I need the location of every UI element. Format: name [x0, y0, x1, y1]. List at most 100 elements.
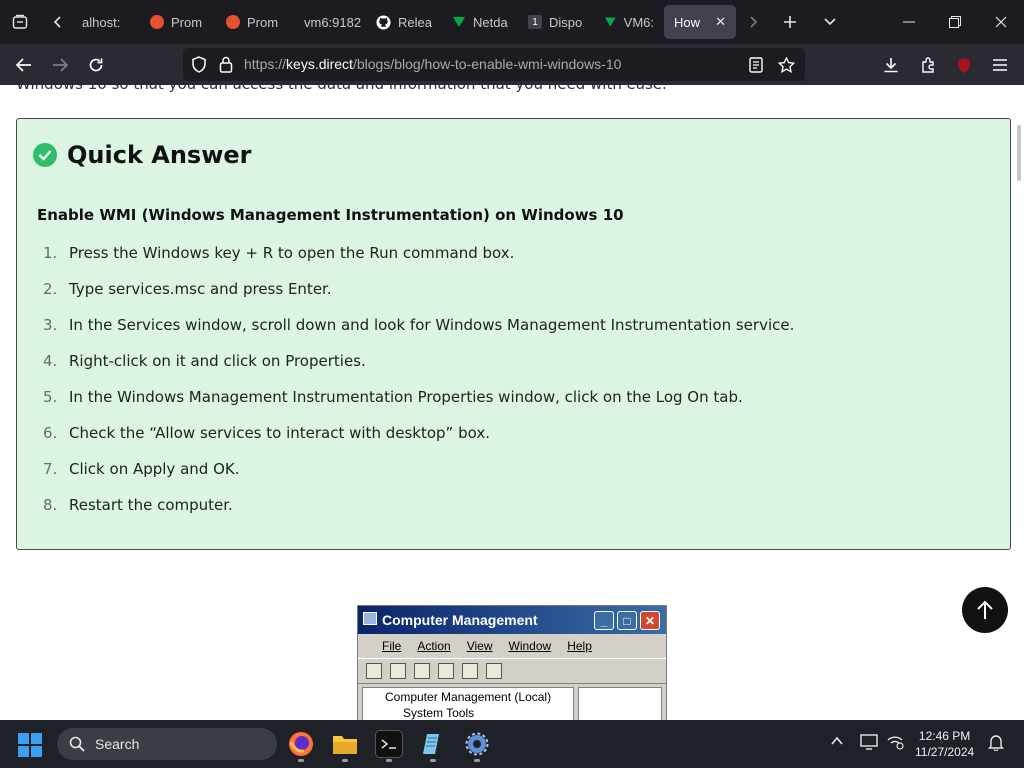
steps-list: 1. Press the Windows key + R to open the …	[37, 244, 794, 532]
explorer-running-indicator	[342, 759, 348, 762]
display-icon[interactable]	[860, 734, 878, 755]
computer-management-screenshot: Computer Management _ □ ✕ File Action Vi…	[357, 605, 667, 720]
cm-tree-system-tools: System Tools	[403, 706, 475, 720]
step-number: 2.	[43, 280, 58, 298]
quick-answer-title: Quick Answer	[67, 141, 252, 169]
tab-label: Relea	[398, 14, 432, 30]
new-tab-icon[interactable]	[770, 0, 810, 44]
settings-icon[interactable]	[463, 730, 491, 758]
reader-view-icon[interactable]	[741, 48, 771, 81]
arrow-up-icon	[977, 600, 993, 619]
scroll-tabs-right-icon[interactable]	[736, 0, 770, 44]
tab-netdata[interactable]: Netda	[442, 5, 518, 39]
forward-arrow-icon[interactable]	[42, 44, 78, 85]
notepad-icon[interactable]	[419, 730, 447, 758]
check-circle-icon	[33, 143, 57, 167]
clock-time: 12:46 PM	[918, 729, 971, 743]
tab-label: Prom	[171, 14, 203, 30]
taskbar-search[interactable]: Search	[57, 728, 277, 760]
cm-maximize-icon: □	[617, 611, 637, 630]
quick-answer-box: Quick Answer Enable WMI (Windows Managem…	[16, 118, 1011, 550]
shield-icon[interactable]	[191, 56, 207, 76]
github-icon	[376, 14, 391, 30]
cm-menu-window: Window	[508, 639, 552, 653]
notepad-running-indicator	[430, 759, 436, 762]
network-icon[interactable]	[886, 734, 904, 755]
cm-toolbar	[358, 658, 666, 684]
cm-close-icon: ✕	[640, 611, 660, 630]
list-item: 7. Click on Apply and OK.	[37, 460, 794, 496]
list-item: 6. Check the “Allow services to interact …	[37, 424, 794, 460]
quick-answer-header: Quick Answer	[33, 141, 252, 169]
url-bar[interactable]: https://keys.direct/blogs/blog/how-to-en…	[183, 48, 805, 81]
tab-label: VM6:	[623, 14, 654, 30]
cm-tree-pane: Computer Management (Local) System Tools	[362, 687, 574, 720]
intro-paragraph: Windows 10 so that you can access the da…	[16, 85, 667, 93]
step-number: 1.	[43, 244, 58, 262]
page-scrollbar-thumb[interactable]	[1017, 125, 1021, 181]
system-clock[interactable]: 12:46 PM 11/27/2024	[915, 728, 974, 760]
lock-icon[interactable]	[219, 56, 233, 76]
step-text: Check the “Allow services to interact wi…	[69, 424, 490, 442]
navigation-bar: https://keys.direct/blogs/blog/how-to-en…	[0, 44, 1024, 104]
tab-dispo[interactable]: 1 Dispo	[518, 5, 594, 39]
browser-window: alhost: Prom Prom vm6:9182 Relea Netda 1…	[0, 0, 1024, 768]
step-text: Type services.msc and press Enter.	[69, 280, 332, 298]
cm-menu-bar: File Action View Window Help	[358, 634, 666, 658]
close-window-icon[interactable]	[978, 0, 1024, 44]
tab-bar: alhost: Prom Prom vm6:9182 Relea Netda 1…	[0, 0, 1024, 44]
close-tab-icon[interactable]: ✕	[715, 14, 726, 30]
tab-prometheus-1[interactable]: Prom	[140, 5, 216, 39]
netdata-icon	[604, 17, 616, 27]
list-item: 3. In the Services window, scroll down an…	[37, 316, 794, 352]
netdata-icon	[453, 17, 465, 27]
tab-github-release[interactable]: Relea	[366, 5, 442, 39]
step-text: In the Services window, scroll down and …	[69, 316, 795, 334]
step-text: Restart the computer.	[69, 496, 233, 514]
firefox-view-icon[interactable]	[0, 0, 40, 44]
step-text: Click on Apply and OK.	[69, 460, 240, 478]
chevron-up-icon[interactable]	[830, 734, 844, 753]
cm-properties-icon	[462, 663, 478, 679]
ublock-icon[interactable]	[946, 44, 982, 85]
tab-localhost[interactable]: alhost:	[76, 5, 140, 39]
search-icon	[69, 736, 85, 752]
tab-label: How to	[674, 14, 702, 30]
notification-bell-icon[interactable]	[988, 734, 1004, 756]
hamburger-menu-icon[interactable]	[982, 44, 1018, 85]
cm-detail-pane	[578, 687, 662, 720]
back-arrow-icon[interactable]	[6, 44, 42, 85]
list-all-tabs-icon[interactable]	[810, 0, 850, 44]
scroll-tabs-left-icon[interactable]	[40, 0, 76, 44]
clock-date: 11/27/2024	[915, 745, 975, 759]
step-number: 5.	[43, 388, 58, 406]
reload-icon[interactable]	[78, 44, 114, 85]
scroll-to-top-button[interactable]	[962, 587, 1008, 633]
tab-label: alhost:	[82, 14, 121, 30]
restore-icon[interactable]	[932, 0, 978, 44]
tab-prometheus-2[interactable]: Prom	[216, 5, 292, 39]
cm-tree-root: Computer Management (Local)	[385, 690, 552, 704]
url-scheme: https://	[244, 56, 287, 72]
url-host: keys.direct	[286, 56, 353, 72]
url-bar-actions	[741, 48, 801, 81]
cm-minimize-icon: _	[594, 611, 614, 630]
tab-label: Netda	[473, 14, 508, 30]
tab-how-to-active[interactable]: How to ✕	[664, 5, 736, 39]
prometheus-icon	[226, 15, 240, 29]
minimize-icon[interactable]	[886, 0, 932, 44]
file-explorer-icon[interactable]	[331, 730, 359, 758]
number-one-icon: 1	[528, 15, 542, 29]
list-item: 8. Restart the computer.	[37, 496, 794, 532]
bookmark-star-icon[interactable]	[771, 48, 801, 81]
extensions-icon[interactable]	[910, 44, 946, 85]
terminal-icon[interactable]	[375, 730, 403, 758]
url-text[interactable]: https://keys.direct/blogs/blog/how-to-en…	[244, 56, 621, 72]
tab-vm6[interactable]: vm6:9182	[292, 5, 366, 39]
windows-start-icon[interactable]	[18, 733, 42, 757]
settings-running-indicator	[474, 759, 480, 762]
tab-vm6-netdata[interactable]: VM6:	[594, 5, 664, 39]
step-number: 8.	[43, 496, 58, 514]
firefox-icon[interactable]	[287, 730, 315, 758]
downloads-icon[interactable]	[873, 44, 909, 85]
